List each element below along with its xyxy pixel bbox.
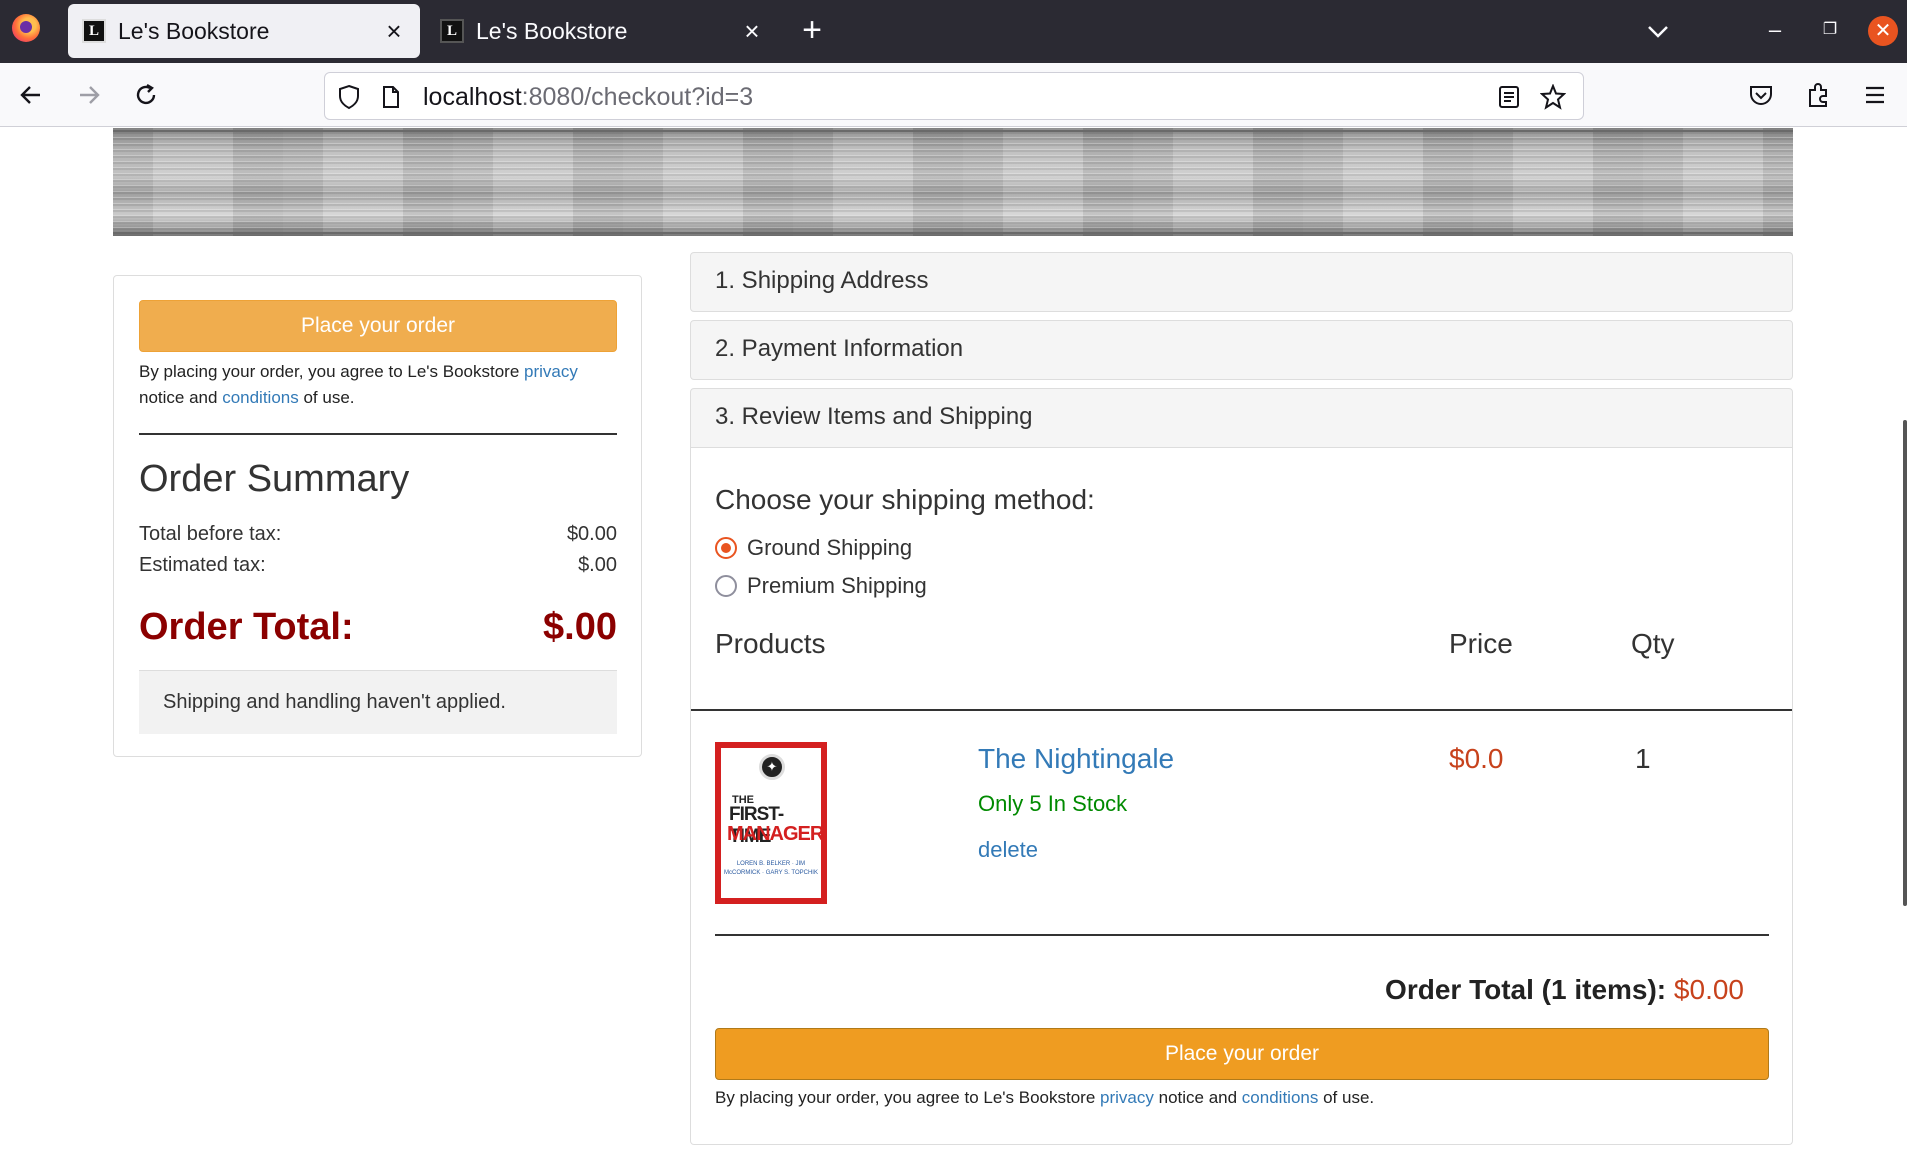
conditions-link[interactable]: conditions <box>1242 1088 1319 1107</box>
bookmark-star-icon[interactable] <box>1539 83 1567 111</box>
item-title-link[interactable]: The Nightingale <box>978 743 1174 775</box>
tab-bookstore[interactable]: L Le's Bookstore × <box>426 4 778 58</box>
reader-view-icon[interactable] <box>1495 83 1523 111</box>
bookstore-favicon-icon: L <box>440 19 464 43</box>
step-shipping-address[interactable]: 1. Shipping Address <box>690 252 1793 312</box>
total-before-tax-row: Total before tax: $0.00 <box>139 523 617 545</box>
conditions-link[interactable]: conditions <box>222 388 299 407</box>
summary-divider <box>139 433 617 435</box>
tab-title: Le's Bookstore <box>118 17 270 44</box>
order-total-items-value: $0.00 <box>1673 974 1744 1005</box>
item-delete-link[interactable]: delete <box>978 837 1038 863</box>
price-column-header: Price <box>1449 628 1513 659</box>
items-divider <box>715 934 1769 936</box>
restore-window-icon[interactable]: ❐ <box>1818 18 1842 42</box>
compass-icon: ✦ <box>759 754 785 780</box>
item-price: $0.0 <box>1449 743 1504 774</box>
order-total-items: Order Total (1 items): $0.00 <box>1385 974 1744 1005</box>
browser-nav-bar: localhost:8080/checkout?id=3 <box>0 63 1907 127</box>
order-agreement-text-bottom: By placing your order, you agree to Le's… <box>715 1088 1375 1107</box>
firefox-logo-icon[interactable] <box>12 14 40 42</box>
shipping-note: Shipping and handling haven't applied. <box>139 670 617 734</box>
place-order-button-bottom[interactable]: Place your order <box>715 1028 1769 1080</box>
step-payment-information[interactable]: 2. Payment Information <box>690 320 1793 380</box>
browser-tab-bar: L Le's Bookstore × L Le's Bookstore × + … <box>0 0 1907 63</box>
privacy-link[interactable]: privacy <box>524 362 578 381</box>
page-info-icon[interactable] <box>377 83 405 111</box>
ground-shipping-radio[interactable] <box>715 537 737 559</box>
menu-hamburger-icon[interactable] <box>1856 76 1894 114</box>
ground-shipping-option[interactable]: Ground Shipping <box>715 535 912 561</box>
minimize-window-icon[interactable]: – <box>1763 18 1787 42</box>
premium-shipping-option[interactable]: Premium Shipping <box>715 573 927 599</box>
tab-title: Le's Bookstore <box>476 17 628 44</box>
item-qty: 1 <box>1635 743 1651 774</box>
address-bar[interactable]: localhost:8080/checkout?id=3 <box>324 72 1584 120</box>
tracking-shield-icon[interactable] <box>335 83 363 111</box>
page-scrollbar[interactable] <box>1903 420 1907 906</box>
back-arrow-icon[interactable] <box>12 76 50 114</box>
review-items-panel: Choose your shipping method: Ground Ship… <box>690 448 1793 1145</box>
tab-bookstore-active[interactable]: L Le's Bookstore × <box>68 4 420 58</box>
new-tab-icon[interactable]: + <box>795 13 829 48</box>
qty-column-header: Qty <box>1631 628 1675 659</box>
order-total-row: Order Total: $.00 <box>139 606 617 648</box>
privacy-link[interactable]: privacy <box>1100 1088 1154 1107</box>
order-summary-title: Order Summary <box>139 458 410 500</box>
item-stock-status: Only 5 In Stock <box>978 791 1128 816</box>
step-review-items[interactable]: 3. Review Items and Shipping <box>690 388 1793 448</box>
order-agreement-text: By placing your order, you agree to Le's… <box>139 362 578 407</box>
pocket-icon[interactable] <box>1742 76 1780 114</box>
total-before-tax-value: $0.00 <box>566 523 617 545</box>
close-tab-icon[interactable]: × <box>380 16 408 46</box>
place-order-button-top[interactable]: Place your order <box>139 300 617 352</box>
products-divider <box>691 709 1792 711</box>
premium-shipping-radio[interactable] <box>715 575 737 597</box>
book-cover-image[interactable]: ✦ THE FIRST-TIME MANAGER LOREN B. BELKER… <box>715 742 827 904</box>
bookstore-favicon-icon: L <box>82 19 106 43</box>
order-summary-card: Place your order By placing your order, … <box>113 275 642 757</box>
order-total-value: $.00 <box>543 606 617 648</box>
url-text[interactable]: localhost:8080/checkout?id=3 <box>423 83 753 112</box>
wood-banner-image <box>113 128 1793 236</box>
reload-icon[interactable] <box>127 76 165 114</box>
estimated-tax-value: $.00 <box>578 554 617 576</box>
close-window-icon[interactable]: ✕ <box>1868 16 1898 46</box>
list-all-tabs-icon[interactable] <box>1642 16 1674 48</box>
shipping-method-title: Choose your shipping method: <box>715 484 1095 515</box>
products-column-header: Products <box>715 628 826 659</box>
estimated-tax-row: Estimated tax: $.00 <box>139 554 617 576</box>
forward-arrow-icon[interactable] <box>70 76 108 114</box>
extensions-icon[interactable] <box>1799 76 1837 114</box>
close-tab-icon[interactable]: × <box>738 16 766 46</box>
